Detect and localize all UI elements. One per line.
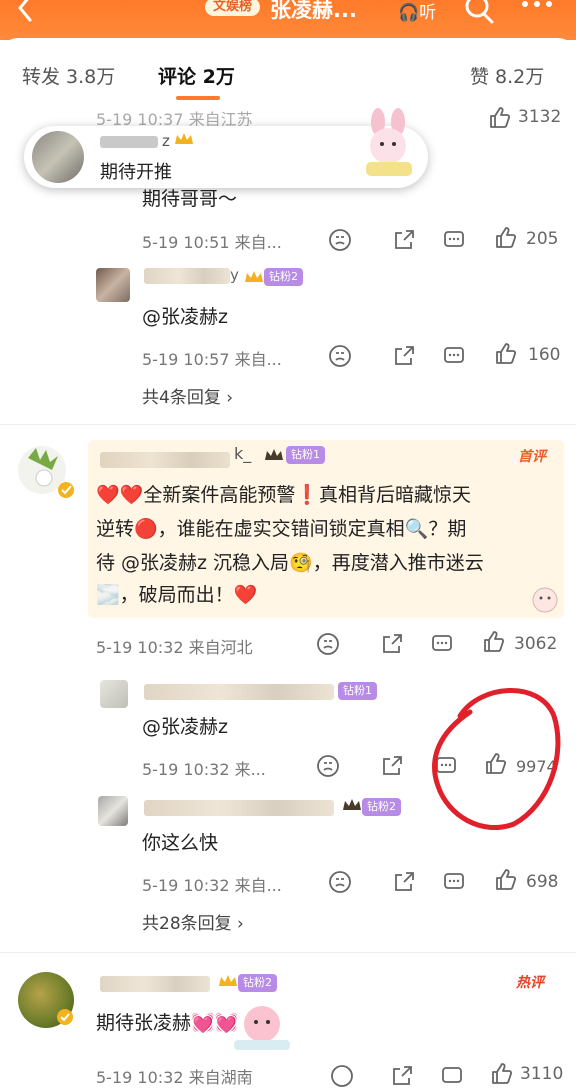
dislike-icon[interactable] — [316, 754, 340, 778]
username-blur — [100, 976, 210, 992]
like-count: 3132 — [518, 107, 562, 127]
reply-meta: 5-19 10:32 来... — [142, 760, 266, 779]
dislike-icon[interactable] — [328, 228, 352, 252]
red-circle-annotation — [432, 688, 561, 831]
comment-text-line: ❤️❤️全新案件高能预警❗真相背后暗藏惊天 — [96, 484, 471, 506]
like-count: 160 — [528, 345, 561, 365]
fan-badge[interactable]: 钻粉2 — [264, 268, 303, 286]
top-bar: 文娱榜 张凌赫... 🎧听 — [0, 0, 576, 40]
crown-icon — [219, 975, 237, 986]
like-icon[interactable] — [494, 868, 518, 892]
share-icon[interactable] — [390, 1064, 414, 1088]
active-tab-indicator — [176, 96, 220, 100]
comment-icon[interactable] — [440, 1064, 464, 1088]
like-icon[interactable] — [494, 342, 518, 366]
avatar[interactable] — [32, 131, 84, 183]
topic-title[interactable]: 张凌赫... — [270, 0, 357, 24]
username-suffix: k_ — [234, 444, 252, 463]
reply-meta: 5-19 10:32 来自... — [142, 876, 282, 895]
reply-meta: 5-19 10:57 来自... — [142, 350, 282, 369]
search-icon[interactable] — [464, 0, 494, 26]
tab-repost[interactable]: 转发 3.8万 — [22, 62, 115, 89]
tab-likes[interactable]: 赞 8.2万 — [470, 62, 544, 89]
comment-meta: 5-19 10:32 来自河北 — [96, 638, 253, 657]
comment-icon[interactable] — [442, 344, 466, 368]
dislike-icon[interactable] — [330, 1064, 354, 1088]
divider — [0, 952, 576, 953]
like-count: 205 — [526, 229, 559, 249]
share-icon[interactable] — [380, 754, 404, 778]
floating-comment-pill[interactable]: z 期待开推 — [24, 108, 428, 188]
headphone-icon: 🎧 — [398, 3, 420, 23]
more-icon[interactable] — [520, 0, 554, 12]
like-icon[interactable] — [488, 106, 512, 130]
comment-text-line: 🌫️，破局而出！❤️ — [96, 584, 258, 606]
avatar[interactable] — [16, 444, 76, 500]
first-comment-tag: 首评 — [518, 449, 546, 465]
username-blur — [144, 684, 334, 700]
comment-icon[interactable] — [442, 870, 466, 894]
comment-text: 期待哥哥～ — [142, 188, 238, 210]
comment-text-line: 逆转🔴，谁能在虚实交错间锁定真相🔍？期 — [96, 518, 467, 540]
comment-meta: 5-19 10:51 来自... — [142, 233, 282, 252]
hot-comment-tag: 热评 — [516, 975, 544, 991]
username-blur — [144, 800, 334, 816]
crown-icon — [343, 799, 361, 810]
like-icon[interactable] — [490, 1062, 514, 1086]
verified-icon — [57, 1009, 73, 1025]
share-icon[interactable] — [392, 228, 416, 252]
reply-text: 你这么快 — [142, 832, 219, 854]
share-icon[interactable] — [392, 870, 416, 894]
listen-button[interactable]: 🎧听 — [398, 0, 436, 23]
view-replies-link[interactable]: 共4条回复 › — [142, 383, 233, 408]
username-blur — [100, 136, 158, 148]
pill-text: 期待开推 — [100, 162, 172, 183]
fan-badge[interactable]: 钻粉2 — [238, 974, 277, 992]
hot-list-badge[interactable]: 文娱榜 — [205, 0, 261, 16]
view-replies-link[interactable]: 共28条回复 › — [142, 909, 244, 934]
avatar[interactable] — [100, 680, 128, 708]
dislike-icon[interactable] — [316, 632, 340, 656]
like-count: 698 — [526, 872, 559, 892]
like-icon[interactable] — [494, 226, 518, 250]
share-icon[interactable] — [392, 344, 416, 368]
tab-bar: 转发 3.8万 评论 2万 赞 8.2万 — [0, 38, 576, 100]
dislike-icon[interactable] — [328, 344, 352, 368]
username-suffix: y — [230, 266, 239, 284]
share-icon[interactable] — [380, 632, 404, 656]
comment-text: 期待张凌赫💓💓 — [96, 1012, 239, 1034]
avatar[interactable] — [98, 796, 128, 826]
comment-text-line: 待 @张凌赫z 沉稳入局🧐，再度潜入推市迷云 — [96, 552, 484, 574]
reply-text: @张凌赫z — [142, 716, 228, 738]
username-blur — [144, 268, 230, 284]
reply-text: @张凌赫z — [142, 306, 228, 328]
dislike-icon[interactable] — [328, 870, 352, 894]
tab-comments[interactable]: 评论 2万 — [158, 62, 235, 89]
fan-badge[interactable]: 钻粉2 — [362, 798, 401, 816]
sticker-icon — [532, 587, 558, 613]
comment-icon[interactable] — [430, 632, 454, 656]
like-count: 3062 — [514, 634, 558, 654]
crown-icon — [175, 133, 193, 144]
fan-badge[interactable]: 钻粉1 — [338, 682, 377, 700]
bunny-sticker-icon — [366, 108, 412, 176]
comment-meta: 5-19 10:32 来自湖南 — [96, 1068, 253, 1087]
crown-icon — [245, 271, 263, 282]
like-icon[interactable] — [482, 630, 506, 654]
username-blur — [100, 452, 230, 468]
avatar[interactable] — [96, 268, 130, 302]
sticker-icon — [234, 1006, 290, 1050]
divider — [0, 424, 576, 425]
username-suffix: z — [162, 132, 170, 150]
crown-icon — [265, 449, 283, 460]
fan-badge[interactable]: 钻粉1 — [286, 446, 325, 464]
comment-icon[interactable] — [442, 228, 466, 252]
like-count: 3110 — [520, 1064, 564, 1084]
back-icon[interactable] — [14, 0, 38, 22]
